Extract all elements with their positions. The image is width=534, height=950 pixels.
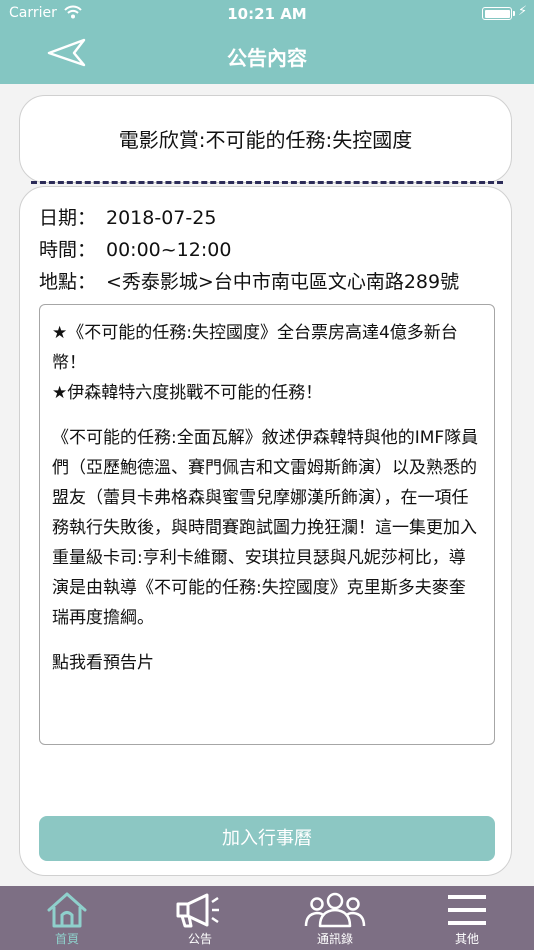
announcement-body: 《不可能的任務:全面瓦解》敘述伊森韓特與他的IMF隊員們（亞歷鮑德溫、賽門佩吉和… xyxy=(52,428,479,628)
announcement-content: ★《不可能的任務:失控國度》全台票房高達4億多新台幣！ ★伊森韓特六度挑戰不可能… xyxy=(39,304,495,745)
highlight-line: ★伊森韓特六度挑戰不可能的任務！ xyxy=(52,383,323,403)
megaphone-icon xyxy=(176,893,219,928)
announcement-title: 電影欣賞:不可能的任務:失控國度 xyxy=(118,128,413,152)
location-value: <秀泰影城>台中市南屯區文心南路289號 xyxy=(106,271,460,293)
status-bar: Carrier 10:21 AM ⚡ xyxy=(0,0,534,28)
charging-icon: ⚡ xyxy=(518,4,528,19)
contacts-icon xyxy=(304,892,366,928)
date-label: 日期： xyxy=(39,207,97,229)
dashed-divider xyxy=(31,181,503,184)
tab-announcements[interactable]: 公告 xyxy=(155,886,245,950)
tab-label: 通訊錄 xyxy=(316,932,353,946)
add-to-calendar-button[interactable]: 加入行事曆 xyxy=(39,816,495,861)
announcement-title-card: 電影欣賞:不可能的任務:失控國度 xyxy=(19,95,512,183)
battery-icon xyxy=(482,7,512,20)
page-title: 公告內容 xyxy=(227,46,307,70)
date-value: 2018-07-25 xyxy=(106,207,217,229)
status-time: 10:21 AM xyxy=(227,5,307,23)
top-navigation-bar: Carrier 10:21 AM ⚡ 公告內容 xyxy=(0,0,534,84)
tab-label: 首頁 xyxy=(54,932,79,946)
time-row: 時間： 00:00~12:00 xyxy=(39,235,231,262)
location-row: 地點： <秀泰影城>台中市南屯區文心南路289號 xyxy=(39,267,494,294)
battery-tip xyxy=(513,11,515,16)
menu-icon xyxy=(448,895,486,925)
highlight-line: ★《不可能的任務:失控國度》全台票房高達4億多新台幣！ xyxy=(52,323,458,373)
bottom-tab-bar: 首頁 公告 通訊錄 其他 xyxy=(0,886,534,950)
date-row: 日期： 2018-07-25 xyxy=(39,203,216,230)
home-icon xyxy=(47,892,87,928)
tab-label: 公告 xyxy=(187,932,212,946)
location-label: 地點： xyxy=(39,271,97,293)
time-value: 00:00~12:00 xyxy=(106,239,232,261)
tab-other[interactable]: 其他 xyxy=(422,886,512,950)
tab-home[interactable]: 首頁 xyxy=(22,886,112,950)
tab-label: 其他 xyxy=(454,932,479,946)
trailer-link[interactable]: 點我看預告片 xyxy=(52,648,154,678)
time-label: 時間： xyxy=(39,239,97,261)
tab-contacts[interactable]: 通訊錄 xyxy=(290,886,380,950)
